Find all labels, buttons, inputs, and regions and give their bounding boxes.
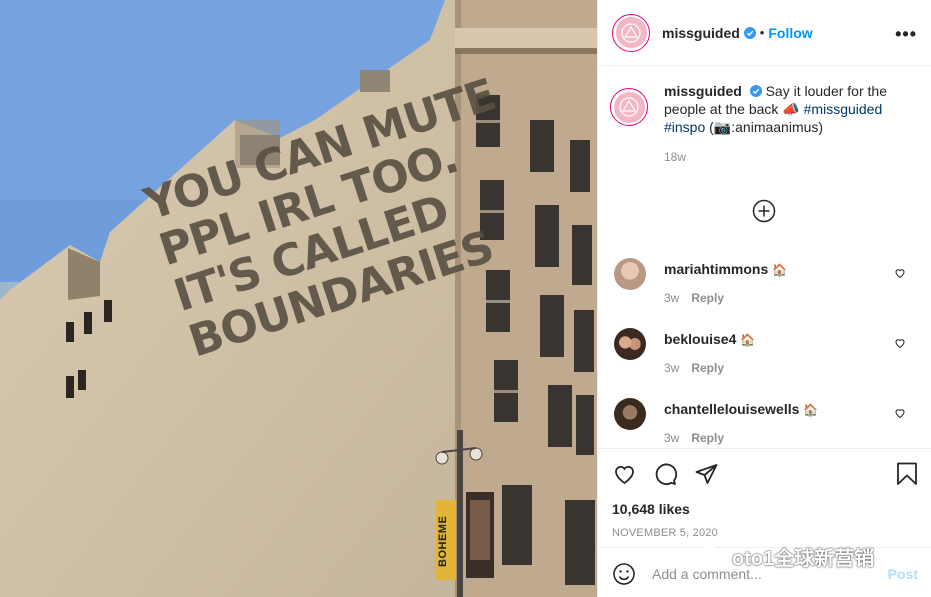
likes-count[interactable]: 10,648 likes: [612, 501, 918, 517]
home-badge-icon: 🏠: [772, 263, 788, 277]
comment-icon[interactable]: [653, 462, 678, 486]
share-icon[interactable]: [694, 462, 719, 486]
verified-icon: [749, 85, 762, 97]
comment-row: beklouise4 🏠 3w Reply: [598, 322, 931, 392]
comment-time: 3w: [664, 431, 680, 445]
post-side-panel: missguided • Follow ••• missguided Say i…: [597, 0, 931, 597]
missguided-logo-icon: [615, 17, 647, 48]
reply-button[interactable]: Reply: [691, 291, 724, 305]
add-comment-row: Post: [598, 547, 931, 597]
avatar[interactable]: [612, 13, 650, 52]
caption-time[interactable]: 18w: [664, 148, 917, 166]
post-photo[interactable]: YOU CAN MUTE PPL IRL TOO. IT'S CALLED BO…: [0, 0, 597, 597]
caption-username[interactable]: missguided: [664, 83, 742, 99]
post-caption: missguided Say it louder for the people …: [598, 66, 931, 236]
comment-username[interactable]: chantellelouisewells: [664, 401, 799, 417]
post-actions: 10,648 likes NOVEMBER 5, 2020 Post: [598, 448, 931, 597]
comment-time: 3w: [664, 361, 680, 375]
more-horizontal-icon[interactable]: •••: [895, 24, 917, 45]
header-username[interactable]: missguided: [662, 25, 740, 41]
home-badge-icon: 🏠: [803, 403, 819, 417]
reply-button[interactable]: Reply: [691, 431, 724, 445]
hashtag-inspo[interactable]: #inspo: [664, 119, 705, 135]
header-separator: •: [759, 25, 765, 40]
action-icons: [612, 461, 918, 487]
street-banner-text: BOHEME: [437, 515, 449, 567]
caption-text-block: missguided Say it louder for the people …: [664, 82, 917, 166]
comment-username[interactable]: mariahtimmons: [664, 261, 768, 277]
heart-icon[interactable]: [894, 267, 906, 279]
comment-avatar[interactable]: [614, 258, 646, 290]
missguided-logo-icon: [613, 91, 645, 123]
post-button[interactable]: Post: [888, 566, 918, 582]
heart-icon[interactable]: [894, 407, 906, 419]
heart-icon[interactable]: [612, 462, 637, 486]
plus-circle-icon[interactable]: [752, 199, 776, 223]
comment-row: mariahtimmons 🏠 3w Reply: [598, 252, 931, 322]
follow-button[interactable]: Follow: [768, 25, 812, 41]
home-badge-icon: 🏠: [740, 333, 756, 347]
emoji-icon[interactable]: [612, 562, 636, 586]
post-header: missguided • Follow •••: [598, 0, 931, 66]
verified-icon: [743, 26, 756, 39]
comment-input[interactable]: [652, 565, 888, 582]
comment-avatar[interactable]: [614, 328, 646, 360]
hashtag-missguided[interactable]: #missguided: [804, 101, 883, 117]
comment-username[interactable]: beklouise4: [664, 331, 736, 347]
reply-button[interactable]: Reply: [691, 361, 724, 375]
caption-avatar[interactable]: [610, 88, 648, 126]
photo-credit: (📷:animaanimus): [709, 119, 824, 135]
bookmark-icon[interactable]: [896, 462, 918, 486]
comment-time: 3w: [664, 291, 680, 305]
comment-avatar[interactable]: [614, 398, 646, 430]
heart-icon[interactable]: [894, 337, 906, 349]
post-date: NOVEMBER 5, 2020: [612, 527, 718, 539]
